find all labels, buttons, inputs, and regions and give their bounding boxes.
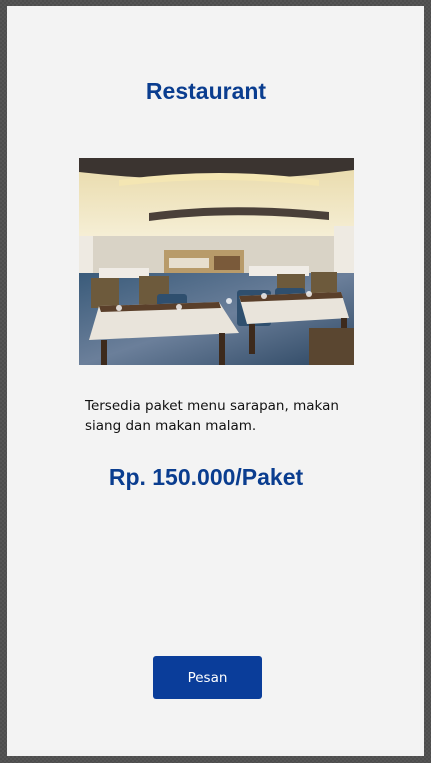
page-title: Restaurant: [145, 78, 267, 104]
price-label: Rp. 150.000/Paket: [108, 464, 304, 490]
restaurant-photo: [79, 158, 354, 365]
order-button[interactable]: Pesan: [153, 656, 262, 699]
content-panel: Restaurant Tersedia paket menu sarapan, …: [7, 6, 424, 756]
description-text: Tersedia paket menu sarapan, makan siang…: [85, 398, 339, 434]
